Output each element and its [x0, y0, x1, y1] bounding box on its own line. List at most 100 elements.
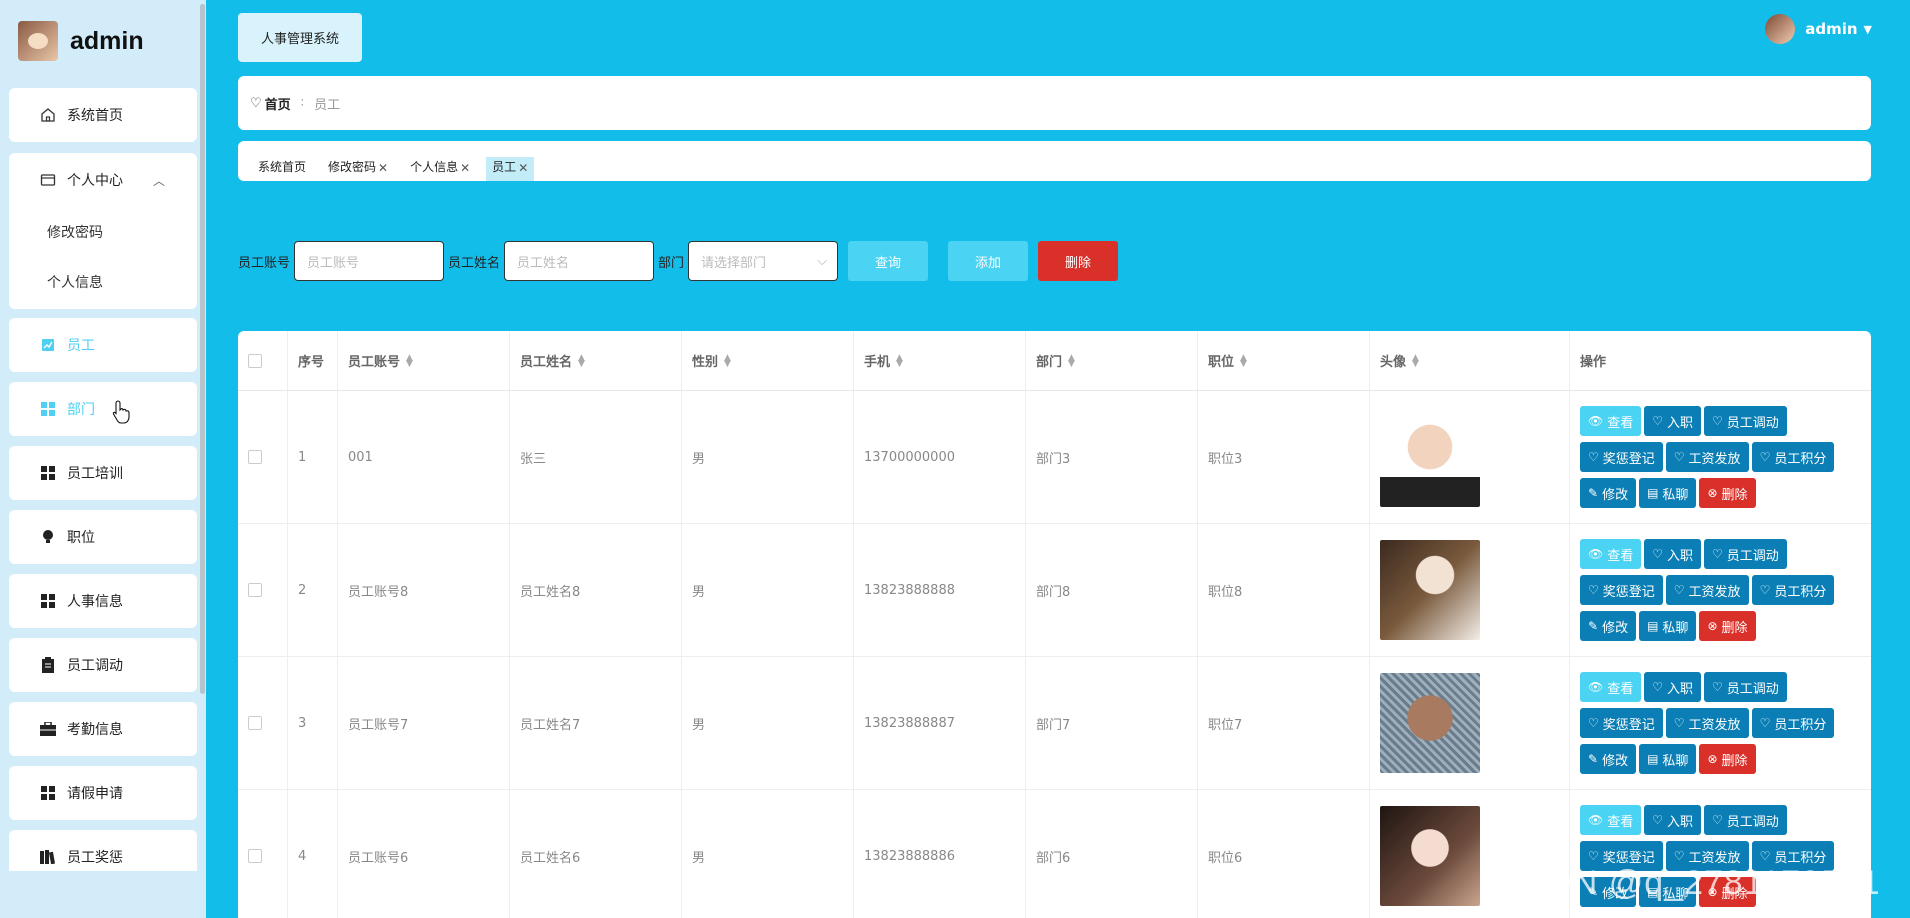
col-dept[interactable]: 部门 ▲ ▼ [1026, 331, 1198, 390]
phone-cell: 13823888888 [854, 524, 1026, 656]
breadcrumb-home[interactable]: 首页 [265, 94, 291, 113]
table-row: 3 员工账号7 员工姓名7 男 13823888887 部门7 职位7 👁︎ 查看 ♡ 入职 ♡ 员工调… [238, 657, 1871, 790]
salary-button[interactable]: ♡ 工资发放 [1665, 708, 1749, 738]
close-circle-icon: ⊗ [1707, 752, 1718, 766]
sidebar-item-change-password[interactable]: 修改密码 [9, 207, 197, 257]
chat-button[interactable]: ▤ 私聊 [1639, 611, 1697, 641]
sidebar-item-training[interactable]: 员工培训 [9, 446, 197, 500]
query-button[interactable]: 查询 [848, 241, 929, 281]
sort-icon[interactable]: ▲ ▼ [1068, 353, 1075, 368]
salary-button[interactable]: ♡ 工资发放 [1665, 575, 1749, 605]
salary-button[interactable]: ♡ 工资发放 [1665, 442, 1749, 472]
transfer-button[interactable]: ♡ 员工调动 [1704, 539, 1787, 569]
reward-button[interactable]: ♡ 奖惩登记 [1580, 708, 1663, 738]
tag-home[interactable]: 系统首页 [252, 157, 312, 181]
row-checkbox[interactable] [248, 583, 262, 597]
col-name[interactable]: 员工姓名 ▲ ▼ [510, 331, 682, 390]
avatar[interactable] [1380, 673, 1480, 773]
select-all-checkbox[interactable] [248, 353, 262, 368]
sort-icon[interactable]: ▲ ▼ [1240, 353, 1247, 368]
gender-cell: 男 [682, 790, 854, 918]
sidebar-group-personal: 个人中心 ︿ 修改密码 个人信息 [9, 153, 197, 309]
sort-icon[interactable]: ▲ ▼ [896, 353, 903, 368]
sidebar-item-home[interactable]: 系统首页 [9, 88, 197, 142]
brand-avatar [18, 21, 58, 61]
row-checkbox[interactable] [248, 716, 262, 730]
name-input[interactable]: 员工姓名 [504, 241, 655, 281]
view-button[interactable]: 👁︎ 查看 [1580, 672, 1642, 702]
account-input[interactable]: 员工账号 [294, 241, 445, 281]
onboard-button[interactable]: ♡ 入职 [1644, 406, 1702, 436]
add-button[interactable]: 添加 [948, 241, 1029, 281]
bulb-icon [39, 528, 57, 546]
close-icon[interactable]: ✕ [460, 161, 470, 175]
chat-button[interactable]: ▤ 私聊 [1639, 744, 1697, 774]
close-icon[interactable]: ✕ [378, 161, 388, 175]
select-cell [238, 790, 288, 918]
sidebar-item-department[interactable]: 部门 [9, 382, 197, 436]
delete-row-button[interactable]: ⊗ 删除 [1699, 611, 1756, 641]
sidebar-item-rewards[interactable]: 员工奖惩 [9, 830, 197, 871]
tag-label: 个人信息 [410, 160, 459, 174]
sidebar-item-position[interactable]: 职位 [9, 510, 197, 564]
points-button[interactable]: ♡ 员工积分 [1751, 442, 1835, 472]
document-icon: ▤ [1647, 486, 1659, 500]
transfer-button[interactable]: ♡ 员工调动 [1704, 406, 1787, 436]
edit-button[interactable]: ✎ 修改 [1580, 478, 1637, 508]
points-button[interactable]: ♡ 员工积分 [1751, 575, 1835, 605]
delete-row-button[interactable]: ⊗ 删除 [1699, 478, 1756, 508]
avatar[interactable] [1380, 806, 1480, 906]
breadcrumb: ♡ 首页 ∶ 员工 [238, 76, 1871, 130]
tag-personal-info[interactable]: 个人信息 ✕ [404, 157, 476, 181]
heart-icon: ♡ [1759, 583, 1771, 597]
heart-icon: ♡ [1759, 716, 1771, 730]
sidebar-item-employee[interactable]: 员工 [9, 318, 197, 372]
view-button[interactable]: 👁︎ 查看 [1580, 406, 1642, 436]
transfer-button[interactable]: ♡ 员工调动 [1704, 805, 1787, 835]
col-phone[interactable]: 手机 ▲ ▼ [854, 331, 1026, 390]
action-label: 修改 [1602, 620, 1629, 636]
transfer-button[interactable]: ♡ 员工调动 [1704, 672, 1787, 702]
system-tab[interactable]: 人事管理系统 [238, 13, 362, 62]
sort-icon[interactable]: ▲ ▼ [1412, 353, 1419, 368]
points-button[interactable]: ♡ 员工积分 [1751, 708, 1835, 738]
col-gender[interactable]: 性别 ▲ ▼ [682, 331, 854, 390]
row-checkbox[interactable] [248, 450, 262, 464]
onboard-button[interactable]: ♡ 入职 [1644, 805, 1702, 835]
col-avatar[interactable]: 头像 ▲ ▼ [1370, 331, 1570, 390]
avatar[interactable] [1380, 407, 1480, 507]
user-menu[interactable]: admin ▼ [1765, 14, 1872, 44]
reward-button[interactable]: ♡ 奖惩登记 [1580, 442, 1663, 472]
row-checkbox[interactable] [248, 849, 262, 863]
delete-button[interactable]: 删除 [1038, 241, 1119, 281]
tag-employee[interactable]: 员工 ✕ [486, 157, 535, 181]
action-label: 查看 [1607, 415, 1634, 431]
sidebar: admin 系统首页 个人中心 ︿ 修改密码 个人信息 员工 部门 员工培训 职… [0, 0, 206, 918]
sidebar-item-attendance[interactable]: 考勤信息 [9, 702, 197, 756]
sidebar-scrollbar[interactable] [200, 4, 205, 694]
sort-icon[interactable]: ▲ ▼ [578, 353, 585, 368]
sidebar-item-hr-info[interactable]: 人事信息 [9, 574, 197, 628]
tag-change-password[interactable]: 修改密码 ✕ [322, 157, 394, 181]
col-position[interactable]: 职位 ▲ ▼ [1198, 331, 1370, 390]
onboard-button[interactable]: ♡ 入职 [1644, 672, 1702, 702]
reward-button[interactable]: ♡ 奖惩登记 [1580, 575, 1663, 605]
view-button[interactable]: 👁︎ 查看 [1580, 805, 1642, 835]
sidebar-item-transfer[interactable]: 员工调动 [9, 638, 197, 692]
sidebar-item-personal-center[interactable]: 个人中心 ︿ [9, 153, 197, 207]
sort-icon[interactable]: ▲ ▼ [406, 353, 413, 368]
col-account[interactable]: 员工账号 ▲ ▼ [338, 331, 510, 390]
onboard-button[interactable]: ♡ 入职 [1644, 539, 1702, 569]
dept-select[interactable]: 请选择部门 ⌵ [688, 241, 839, 281]
avatar[interactable] [1380, 540, 1480, 640]
view-button[interactable]: 👁︎ 查看 [1580, 539, 1642, 569]
heart-icon: ♡ [1588, 849, 1599, 863]
chat-button[interactable]: ▤ 私聊 [1639, 478, 1697, 508]
edit-button[interactable]: ✎ 修改 [1580, 611, 1637, 641]
sort-icon[interactable]: ▲ ▼ [724, 353, 731, 368]
delete-row-button[interactable]: ⊗ 删除 [1699, 744, 1756, 774]
edit-button[interactable]: ✎ 修改 [1580, 744, 1637, 774]
sidebar-item-personal-info[interactable]: 个人信息 [9, 257, 197, 307]
sidebar-item-leave[interactable]: 请假申请 [9, 766, 197, 820]
close-icon[interactable]: ✕ [518, 161, 528, 175]
